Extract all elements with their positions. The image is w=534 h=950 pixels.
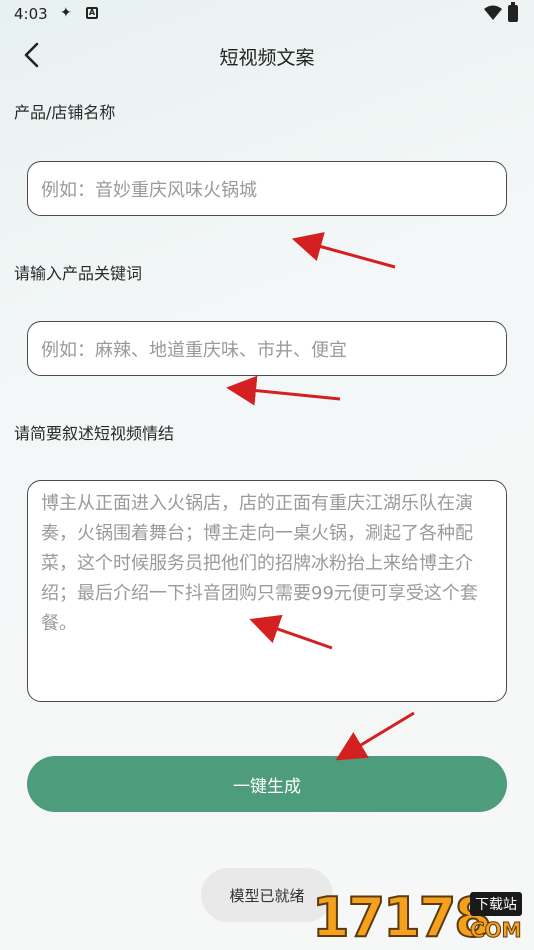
generate-button-label: 一键生成 (233, 776, 301, 797)
notification-icon: ✦ (60, 5, 72, 21)
wifi-icon (484, 5, 502, 20)
status-bar: 4:03 ✦ A (0, 0, 534, 28)
product-name-input[interactable]: 例如：音妙重庆风味火锅城 (27, 161, 507, 216)
keywords-label: 请输入产品关键词 (14, 264, 143, 283)
arrow-1 (291, 232, 396, 269)
site-watermark: 17178 下载站 COM (311, 886, 534, 950)
watermark-digits: 17178 (311, 886, 493, 949)
status-time: 4:03 (14, 5, 48, 23)
arrow-4 (335, 711, 415, 761)
keywords-placeholder: 例如：麻辣、地道重庆味、市井、便宜 (41, 339, 347, 361)
toast-text: 模型已就绪 (229, 886, 305, 905)
summary-placeholder: 博主从正面进入火锅店，店的正面有重庆江湖乐队在演奏，火锅围着舞台；博主走向一桌火… (41, 493, 478, 634)
app-notification-icon: A (86, 7, 98, 19)
arrow-2 (226, 375, 341, 406)
battery-icon (508, 2, 518, 22)
watermark-domain: COM (470, 918, 523, 943)
product-name-placeholder: 例如：音妙重庆风味火锅城 (41, 179, 257, 201)
page-title: 短视频文案 (219, 47, 315, 69)
watermark-tag: 下载站 (470, 892, 522, 916)
summary-textarea[interactable]: 博主从正面进入火锅店，店的正面有重庆江湖乐队在演奏，火锅围着舞台；博主走向一桌火… (27, 480, 507, 702)
product-name-label: 产品/店铺名称 (14, 103, 116, 122)
summary-label: 请简要叙述短视频情结 (14, 424, 175, 443)
generate-button[interactable]: 一键生成 (27, 756, 507, 812)
keywords-input[interactable]: 例如：麻辣、地道重庆味、市井、便宜 (27, 321, 507, 376)
